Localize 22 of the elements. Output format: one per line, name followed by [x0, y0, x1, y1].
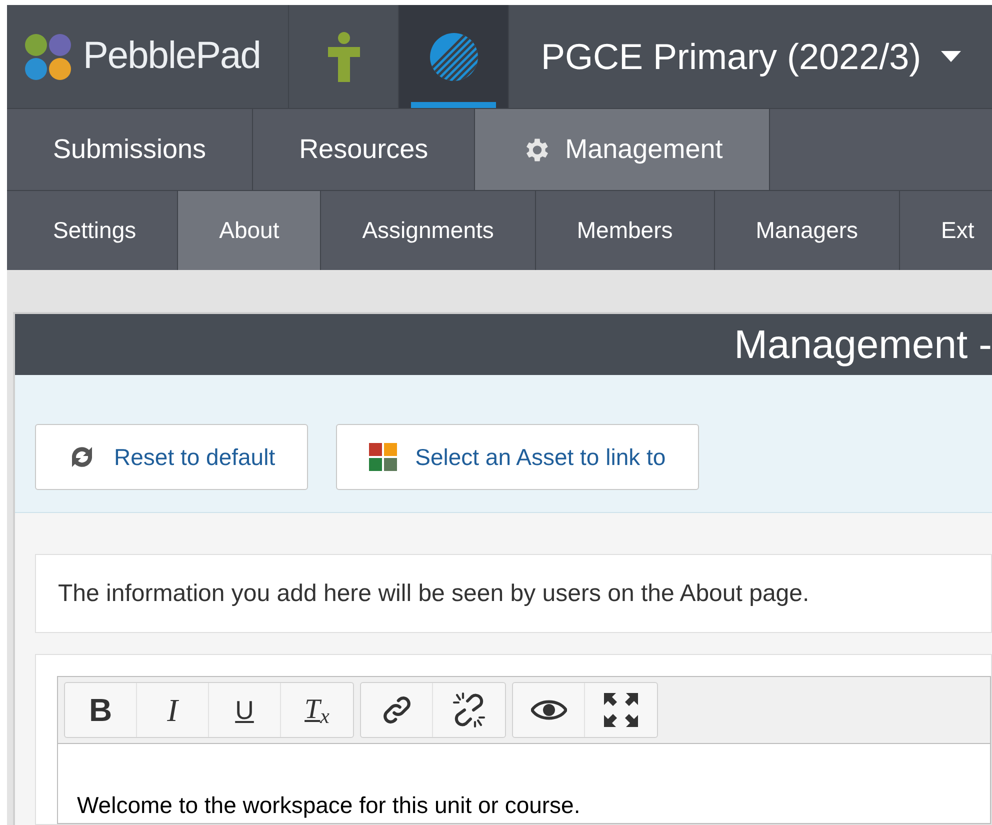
- underline-button[interactable]: U: [209, 683, 281, 737]
- italic-button[interactable]: I: [137, 683, 209, 737]
- brand-name: PebblePad: [83, 34, 260, 79]
- fullscreen-icon: [604, 693, 638, 727]
- panel-title: Management -: [734, 322, 992, 368]
- eye-icon: [530, 698, 566, 722]
- person-icon: [328, 32, 360, 82]
- grid-squares-icon: [369, 443, 398, 471]
- unlink-icon: [451, 692, 487, 728]
- info-text: The information you add here will be seen by users on the About page.: [58, 578, 810, 608]
- editor-text: Welcome to the workspace for this unit or course.: [77, 791, 582, 820]
- tab[interactable]: About: [178, 191, 322, 270]
- workspace-dropdown[interactable]: PGCE Primary (2022/3): [509, 5, 962, 108]
- tab[interactable]: Management: [475, 109, 770, 190]
- toolbar-button[interactable]: Select an Asset to link to: [336, 424, 699, 490]
- caret-icon: [941, 51, 962, 62]
- toolbar-button[interactable]: Reset to default: [35, 424, 308, 490]
- striped-circle-icon: [428, 32, 478, 82]
- bold-button[interactable]: B: [65, 683, 137, 737]
- app-switcher-tab[interactable]: [399, 5, 509, 108]
- pebblepad-logo-icon: [23, 32, 73, 82]
- clear-formatting-button[interactable]: T$_{x}$: [281, 683, 353, 737]
